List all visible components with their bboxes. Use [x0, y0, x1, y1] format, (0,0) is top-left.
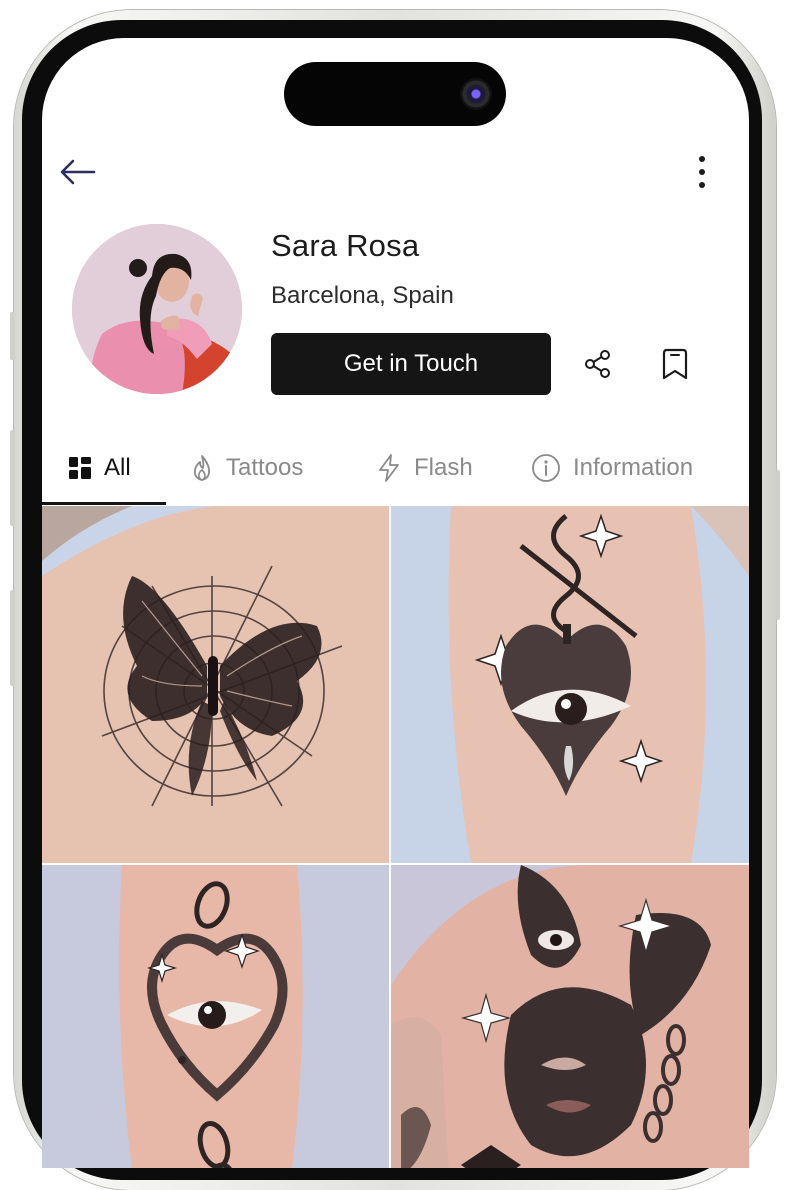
gallery-tabs: All Tattoos Flash Information — [42, 443, 749, 505]
kebab-menu-icon — [699, 156, 705, 188]
bookmark-button[interactable] — [658, 344, 692, 384]
dynamic-island — [284, 62, 506, 126]
bunny-tattoo-image — [391, 865, 749, 1168]
bookmark-icon — [662, 348, 688, 380]
grid-icon — [68, 456, 92, 480]
app-screen: Sara Rosa Barcelona, Spain Get in Touch — [42, 38, 749, 1168]
more-options-button[interactable] — [687, 150, 717, 194]
tab-flash[interactable]: Flash — [376, 443, 473, 493]
heart-eye-tattoo-image — [391, 506, 749, 863]
share-icon — [585, 350, 610, 378]
butterfly-tattoo-image — [42, 506, 389, 863]
tab-all-label: All — [104, 454, 131, 481]
active-tab-indicator — [42, 502, 166, 505]
gallery-item-butterfly[interactable] — [42, 506, 389, 863]
phone-volume-up — [10, 430, 15, 526]
get-in-touch-button[interactable]: Get in Touch — [271, 333, 551, 395]
share-button[interactable] — [582, 344, 614, 384]
lightning-icon — [376, 453, 402, 483]
back-button[interactable] — [56, 150, 100, 194]
tab-flash-label: Flash — [414, 454, 473, 481]
gallery-item-chain-eye[interactable] — [42, 865, 389, 1168]
flame-icon — [190, 454, 214, 482]
info-icon — [531, 453, 561, 483]
phone-side-button — [10, 312, 15, 360]
avatar-portrait — [72, 224, 242, 394]
profile-avatar — [72, 224, 242, 394]
artist-location: Barcelona, Spain — [271, 282, 454, 309]
tab-information[interactable]: Information — [531, 443, 693, 493]
gallery-item-bunny[interactable] — [391, 865, 749, 1168]
chain-eye-tattoo-image — [42, 865, 389, 1168]
arrow-left-icon — [60, 159, 96, 185]
gallery-item-heart-eye[interactable] — [391, 506, 749, 863]
artist-name: Sara Rosa — [271, 228, 420, 263]
tab-tattoos-label: Tattoos — [226, 454, 304, 481]
camera-icon — [460, 78, 492, 110]
tab-information-label: Information — [573, 454, 694, 481]
tab-all[interactable]: All — [68, 443, 131, 493]
tab-tattoos[interactable]: Tattoos — [190, 443, 303, 493]
tattoo-gallery — [42, 506, 749, 1168]
phone-volume-down — [10, 590, 15, 686]
phone-power-button — [775, 470, 780, 620]
